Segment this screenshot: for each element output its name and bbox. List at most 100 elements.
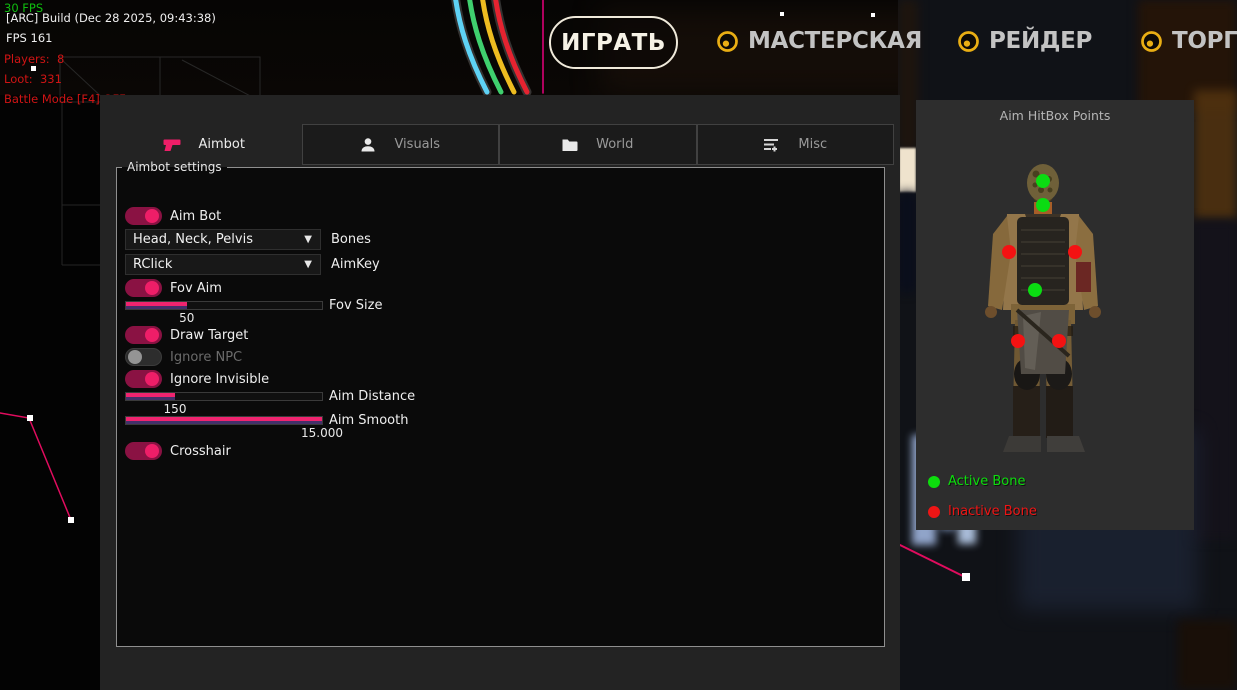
toggle-knob (145, 444, 159, 458)
bg-corner-brown (1178, 620, 1237, 690)
hitbox-point-head[interactable] (1036, 174, 1050, 188)
crosshair-row: Crosshair (125, 442, 231, 460)
aim-distance-slider[interactable]: 150 (125, 392, 323, 401)
bones-dropdown[interactable]: Head, Neck, Pelvis ▼ (125, 229, 321, 250)
aimkey-value: RClick (126, 257, 304, 272)
aim-smooth-value: 15.000 (301, 426, 343, 440)
aim-smooth-slider[interactable]: 15.000 (125, 416, 323, 425)
slider-fill (126, 302, 187, 309)
menu-item-label: МАСТЕРСКАЯ (748, 28, 922, 54)
ignore-invisible-label: Ignore Invisible (170, 372, 269, 387)
players-count: Players: 8 (4, 52, 64, 66)
draw-target-row: Draw Target (125, 326, 248, 344)
menu-item-workshop[interactable]: МАСТЕРСКАЯ (716, 28, 922, 54)
fps-label: FPS 161 (6, 31, 52, 45)
coin-icon (1140, 30, 1163, 53)
tab-label: Misc (798, 137, 827, 152)
hitbox-point-neck[interactable] (1036, 198, 1050, 212)
aim-bot-row: Aim Bot (125, 207, 221, 225)
coin-icon (716, 30, 739, 53)
hitbox-point-left-shoulder[interactable] (1002, 245, 1016, 259)
aim-hitbox-panel: Aim HitBox Points (916, 100, 1194, 530)
draw-target-toggle[interactable] (125, 326, 162, 344)
bg-dark-right (1192, 220, 1237, 540)
cheat-menu-panel: Aimbot Visuals World Misc (100, 95, 900, 690)
loot-count: Loot: 331 (4, 72, 62, 86)
folder-icon (562, 138, 578, 152)
chevron-down-icon: ▼ (304, 234, 320, 245)
hitbox-point-right-shoulder[interactable] (1068, 245, 1082, 259)
bones-label: Bones (331, 232, 371, 247)
bg-rock-right (1194, 90, 1237, 220)
tab-world[interactable]: World (499, 124, 697, 165)
aimkey-row: RClick ▼ AimKey (125, 254, 380, 275)
toggle-knob (145, 281, 159, 295)
bg-navy-strip (898, 192, 916, 292)
menu-item-label: ТОРГО (1172, 28, 1237, 54)
fov-aim-label: Fov Aim (170, 281, 222, 296)
esp-dot (27, 415, 33, 421)
tab-bar: Aimbot Visuals World Misc (106, 124, 894, 165)
group-title: Aimbot settings (122, 160, 227, 174)
toggle-knob (145, 328, 159, 342)
toggle-knob (128, 350, 142, 364)
legend-inactive-bone: Inactive Bone (928, 504, 1037, 519)
chevron-down-icon: ▼ (304, 259, 320, 270)
aim-smooth-row: 15.000 Aim Smooth (125, 416, 408, 428)
fov-size-slider[interactable]: 50 (125, 301, 323, 310)
coin-icon (957, 30, 980, 53)
aimkey-label: AimKey (331, 257, 380, 272)
play-button[interactable]: ИГРАТЬ (549, 16, 678, 69)
hitbox-point-pelvis[interactable] (1028, 283, 1042, 297)
fov-size-row: 50 Fov Size (125, 301, 382, 313)
bg-bright-window (899, 148, 916, 192)
build-info: [ARC] Build (Dec 28 2025, 09:43:38) (6, 11, 216, 25)
aim-bot-toggle[interactable] (125, 207, 162, 225)
esp-dot (962, 573, 970, 581)
ignore-npc-row: Ignore NPC (125, 348, 242, 366)
menu-item-label: РЕЙДЕР (989, 28, 1092, 54)
esp-dot (68, 517, 74, 523)
active-bone-dot (928, 476, 940, 488)
slider-fill (126, 393, 175, 400)
fov-aim-row: Fov Aim (125, 279, 222, 297)
toggle-knob (145, 209, 159, 223)
hitbox-panel-title: Aim HitBox Points (916, 108, 1194, 123)
tab-label: Visuals (394, 137, 440, 152)
aim-distance-label: Aim Distance (329, 389, 415, 404)
play-button-label: ИГРАТЬ (561, 30, 666, 56)
bones-value: Head, Neck, Pelvis (126, 232, 304, 247)
tab-misc[interactable]: Misc (697, 124, 895, 165)
ignore-invisible-row: Ignore Invisible (125, 370, 269, 388)
tab-label: Aimbot (199, 137, 245, 152)
active-bone-label: Active Bone (948, 474, 1025, 489)
tab-aimbot[interactable]: Aimbot (106, 124, 302, 165)
ignore-npc-toggle[interactable] (125, 348, 162, 366)
aim-bot-label: Aim Bot (170, 209, 221, 224)
bones-row: Head, Neck, Pelvis ▼ Bones (125, 229, 371, 250)
inactive-bone-dot (928, 506, 940, 518)
slider-fill (126, 417, 322, 424)
toggle-knob (145, 372, 159, 386)
game-screen: 30 FPS [ARC] Build (Dec 28 2025, 09:43:3… (0, 0, 1237, 690)
draw-target-label: Draw Target (170, 328, 248, 343)
aimbot-settings-group: Aimbot settings Aim Bot Head, Neck, Pelv… (116, 160, 885, 647)
hitbox-point-left-hand[interactable] (1011, 334, 1025, 348)
tab-label: World (596, 137, 633, 152)
crosshair-toggle[interactable] (125, 442, 162, 460)
inactive-bone-label: Inactive Bone (948, 504, 1037, 519)
aim-distance-row: 150 Aim Distance (125, 392, 415, 404)
tab-visuals[interactable]: Visuals (302, 124, 500, 165)
fov-aim-toggle[interactable] (125, 279, 162, 297)
pistol-icon (163, 138, 181, 152)
aim-distance-value: 150 (164, 402, 187, 416)
legend-active-bone: Active Bone (928, 474, 1025, 489)
menu-item-raider[interactable]: РЕЙДЕР (957, 28, 1092, 54)
hitbox-point-right-hand[interactable] (1052, 334, 1066, 348)
fov-size-label: Fov Size (329, 298, 382, 313)
aimkey-dropdown[interactable]: RClick ▼ (125, 254, 321, 275)
ignore-invisible-toggle[interactable] (125, 370, 162, 388)
sliders-icon (763, 137, 780, 152)
menu-item-trade[interactable]: ТОРГО (1140, 28, 1237, 54)
crosshair-label: Crosshair (170, 444, 231, 459)
